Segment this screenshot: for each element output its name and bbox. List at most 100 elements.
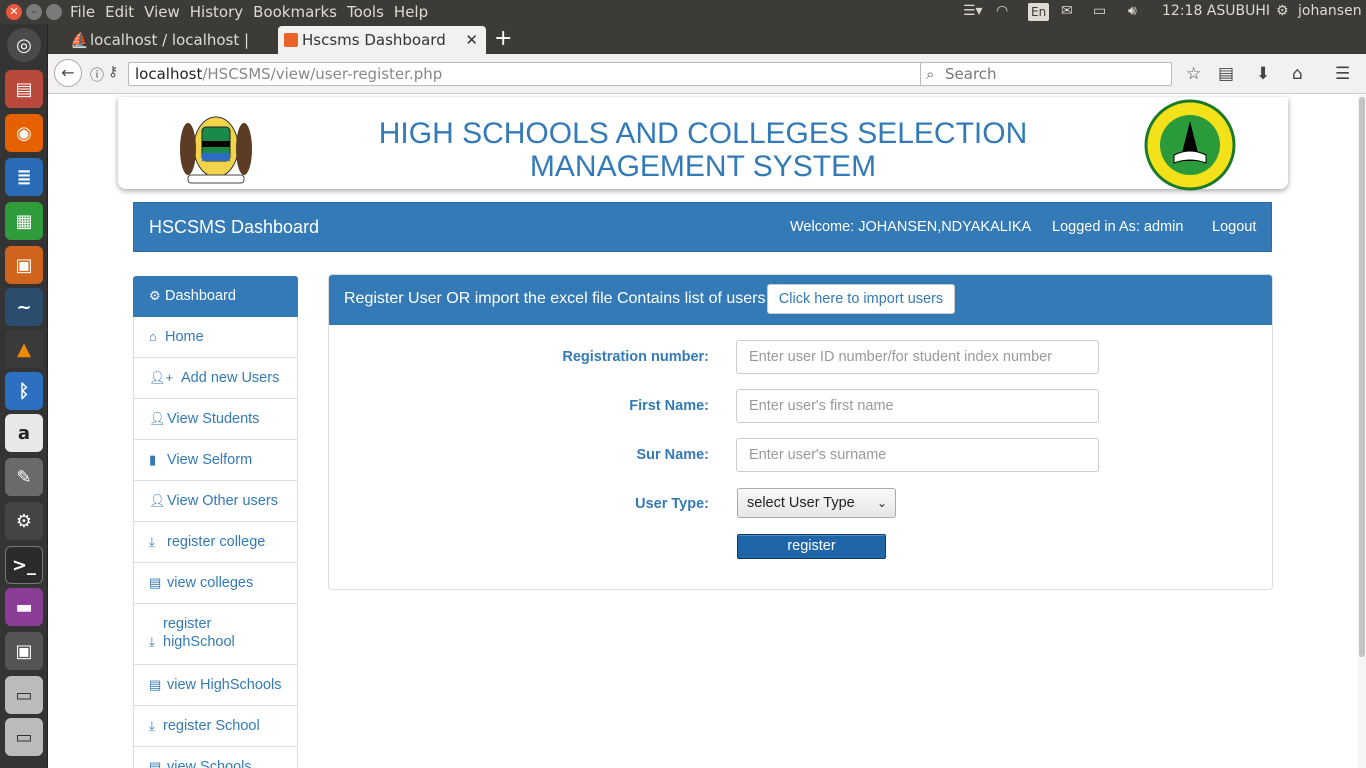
bookmark-star-icon[interactable]: ☆	[1186, 64, 1201, 84]
menu-history[interactable]: History	[190, 3, 252, 21]
sidebar-item-register-highschool[interactable]: ⤓register highSchool	[133, 604, 298, 665]
menu-view[interactable]: View	[144, 3, 189, 21]
search-box[interactable]: ⌕ Search	[920, 62, 1172, 86]
sidebar-item-view-highschools[interactable]: ▤ view HighSchools	[133, 665, 298, 706]
xampp-icon	[284, 33, 298, 47]
bluetooth-icon[interactable]: ᛒ	[5, 372, 43, 410]
workspace-icon[interactable]: ▣	[5, 632, 43, 670]
settings-icon[interactable]: ✎	[5, 458, 43, 496]
register-button[interactable]: register	[737, 534, 886, 559]
tab-bar: ⛵ localhost / localhost | ✕ Hscsms Dashb…	[48, 24, 1366, 54]
amazon-icon[interactable]: a	[5, 414, 43, 452]
file-icon: ▤	[149, 677, 162, 692]
tab-hscsms[interactable]: Hscsms Dashboard ✕	[278, 26, 486, 54]
system-title: HIGH SCHOOLS AND COLLEGES SELECTION MANA…	[378, 117, 1028, 183]
menu-list-icon[interactable]: ☰▾	[963, 3, 983, 19]
web-page: HIGH SCHOOLS AND COLLEGES SELECTION MANA…	[48, 95, 1358, 768]
mail-icon[interactable]: ✉	[1061, 3, 1073, 19]
sidebar-item-view-students[interactable]: 👤︎View Students	[133, 399, 298, 440]
minimize-window-icon[interactable]: –	[26, 4, 42, 20]
impress-icon[interactable]: ▣	[5, 246, 43, 284]
sidebar-item-view-schools[interactable]: ▤ view Schools	[133, 747, 298, 768]
file-icon: ▤	[149, 575, 162, 590]
reading-list-icon[interactable]: ▤	[1218, 64, 1234, 84]
sidebar-item-add-new-users[interactable]: 👤︎+ Add new Users	[133, 358, 298, 399]
book-icon: ▮	[149, 452, 157, 467]
menu-bookmarks[interactable]: Bookmarks	[253, 3, 346, 21]
sidebar: ⚙ Dashboard ⌂ Home 👤︎+ Add new Users 👤︎View…	[133, 276, 298, 768]
terminal-icon[interactable]: >_	[5, 546, 43, 584]
download-icon: ⤓	[149, 718, 155, 733]
close-window-icon[interactable]: ✕	[6, 4, 22, 20]
close-tab-icon[interactable]: ✕	[465, 26, 478, 54]
new-tab-icon[interactable]: +	[494, 26, 512, 51]
back-button[interactable]: ←	[54, 59, 82, 87]
menu-file[interactable]: File	[70, 3, 104, 21]
menu-edit[interactable]: Edit	[105, 3, 143, 21]
unity-launcher: ◎ ▤ ◉ ≣ ▦ ▣ ~ ▲ ᛒ a ✎ ⚙ >_ ▬ ▣ ▭ ▭	[0, 24, 48, 768]
menu-tools[interactable]: Tools	[347, 3, 393, 21]
import-users-button[interactable]: Click here to import users	[767, 284, 955, 314]
power-icon[interactable]: ⚙	[1276, 3, 1289, 19]
key-icon[interactable]: ⚷	[108, 64, 118, 80]
home-browser-icon[interactable]: ⌂	[1292, 64, 1303, 84]
necta-logo	[1144, 99, 1236, 191]
surname-label: Sur Name:	[636, 447, 709, 463]
wifi-icon[interactable]: ◠	[996, 3, 1008, 19]
sidebar-item-dashboard[interactable]: ⚙ Dashboard	[133, 276, 298, 317]
tanzania-coat-of-arms-logo	[180, 116, 252, 184]
downloads-icon[interactable]: ⬇	[1256, 64, 1270, 84]
navigation-bar: ← ⓘ ⚷ localhost/HSCSMS/view/user-registe…	[48, 54, 1366, 94]
sidebar-item-register-college[interactable]: ⤓ register college	[133, 522, 298, 563]
gear-icon: ⚙	[149, 288, 161, 303]
scrollbar-thumb[interactable]	[1359, 97, 1365, 657]
menu-help[interactable]: Help	[394, 3, 437, 21]
logged-in-text: Logged in As: admin	[1052, 219, 1184, 235]
sidebar-item-view-colleges[interactable]: ▤ view colleges	[133, 563, 298, 604]
vlc-icon[interactable]: ▲	[5, 330, 43, 368]
drive-icon-2[interactable]: ▭	[5, 718, 43, 756]
ubuntu-dash-icon[interactable]: ◎	[7, 28, 41, 62]
sidebar-item-home[interactable]: ⌂ Home	[133, 317, 298, 358]
mysql-workbench-icon[interactable]: ~	[5, 288, 43, 326]
keyboard-layout[interactable]: En	[1028, 3, 1050, 21]
writer-icon[interactable]: ≣	[5, 158, 43, 196]
user-type-select[interactable]: select User Type ⌄	[737, 488, 896, 518]
drive-icon[interactable]: ▭	[5, 676, 43, 714]
sidebar-item-view-other-users[interactable]: 👤︎View Other users	[133, 481, 298, 522]
chevron-down-icon: ⌄	[876, 496, 887, 510]
registration-number-input[interactable]: Enter user ID number/for student index n…	[736, 340, 1099, 374]
search-icon: ⌕	[926, 65, 935, 83]
user-plus-icon: 👤︎+	[149, 370, 174, 385]
app-icon[interactable]: ▬	[5, 588, 43, 626]
download-icon: ⤓	[149, 634, 155, 649]
ide-icon[interactable]: ⚙	[5, 502, 43, 540]
first-name-label: First Name:	[629, 398, 709, 414]
info-icon[interactable]: ⓘ	[90, 65, 104, 85]
clock[interactable]: 12:18 ASUBUHI	[1162, 3, 1270, 19]
first-name-input[interactable]: Enter user's first name	[736, 389, 1099, 423]
file-icon: ▤	[149, 759, 162, 768]
files-icon[interactable]: ▤	[5, 70, 43, 108]
firefox-icon[interactable]: ◉	[5, 114, 43, 152]
sidebar-item-view-selform[interactable]: ▮ View Selform	[133, 440, 298, 481]
hamburger-menu-icon[interactable]: ☰	[1335, 64, 1350, 84]
user-type-label: User Type:	[635, 496, 709, 512]
username[interactable]: johansen	[1298, 3, 1362, 19]
battery-icon[interactable]: ▭	[1093, 3, 1106, 19]
tab-phpmyadmin[interactable]: ⛵ localhost / localhost | ✕	[66, 26, 292, 54]
user-icon: 👤︎	[149, 493, 166, 508]
volume-icon[interactable]: 🔊︎	[1128, 3, 1137, 19]
url-bar[interactable]: localhost/HSCSMS/view/user-register.php …	[128, 62, 960, 86]
sidebar-item-register-school[interactable]: ⤓ register School	[133, 706, 298, 747]
surname-input[interactable]: Enter user's surname	[736, 438, 1099, 472]
panel-heading: Register User OR import the excel file C…	[329, 275, 1272, 325]
registration-number-label: Registration number:	[562, 349, 709, 365]
logout-link[interactable]: Logout	[1212, 219, 1256, 235]
page-scrollbar[interactable]	[1358, 95, 1366, 768]
calc-icon[interactable]: ▦	[5, 202, 43, 240]
brand-link[interactable]: HSCSMS Dashboard	[149, 217, 319, 238]
maximize-window-icon[interactable]	[46, 4, 62, 20]
home-icon: ⌂	[149, 329, 157, 344]
system-top-panel: ✕ – File Edit View History Bookmarks Too…	[0, 0, 1366, 24]
